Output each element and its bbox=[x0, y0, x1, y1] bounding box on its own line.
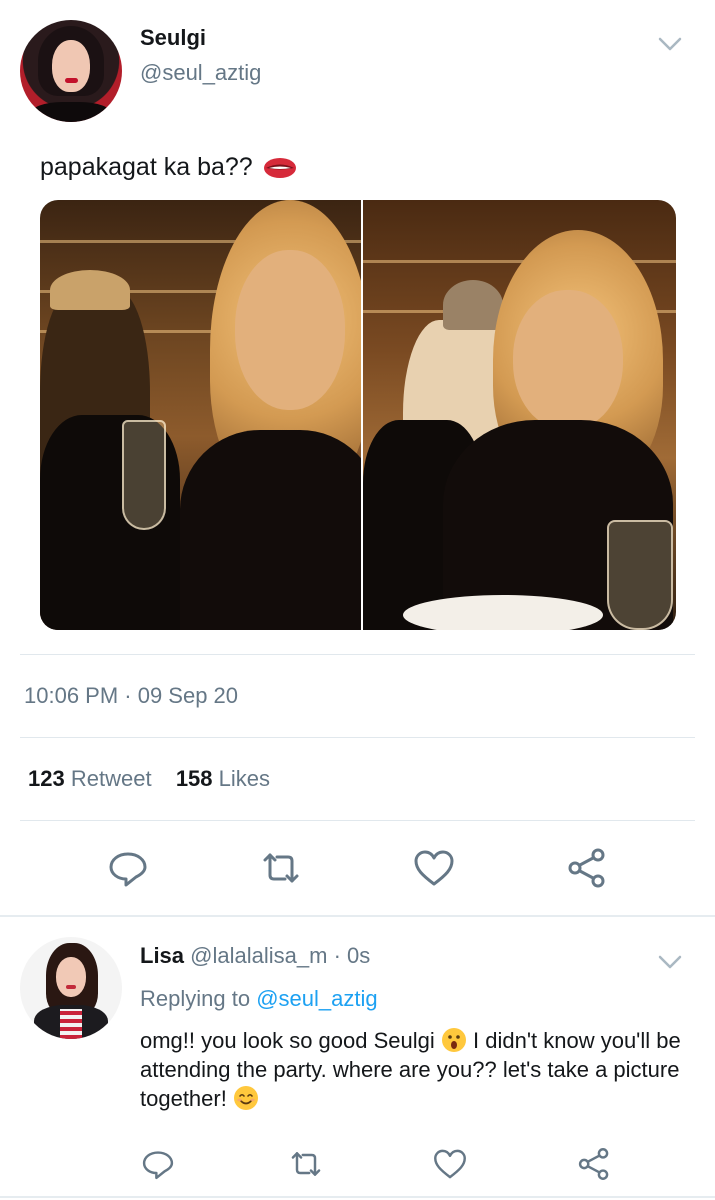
section-divider bbox=[0, 915, 715, 917]
replying-to: Replying to @seul_aztig bbox=[140, 986, 378, 1012]
reply-icon[interactable] bbox=[136, 1142, 180, 1186]
hushed-face-emoji-icon bbox=[441, 1027, 467, 1053]
photo-right[interactable] bbox=[363, 200, 676, 630]
like-count[interactable]: 158 bbox=[176, 766, 213, 791]
retweet-count[interactable]: 123 bbox=[28, 766, 65, 791]
reply-author-name[interactable]: Lisa bbox=[140, 943, 184, 968]
author-name[interactable]: Seulgi bbox=[140, 25, 206, 51]
tweet-stats: 123 Retweet 158 Likes bbox=[28, 766, 270, 792]
divider bbox=[20, 737, 695, 738]
like-icon[interactable] bbox=[428, 1142, 472, 1186]
share-icon[interactable] bbox=[572, 1142, 616, 1186]
reply-text-part1: omg!! you look so good Seulgi bbox=[140, 1028, 435, 1053]
like-icon[interactable] bbox=[412, 846, 456, 890]
smiling-face-emoji-icon bbox=[233, 1085, 259, 1111]
replying-prefix: Replying to bbox=[140, 986, 251, 1011]
retweet-icon[interactable] bbox=[284, 1142, 328, 1186]
reply-text: omg!! you look so good Seulgi I didn't k… bbox=[140, 1026, 700, 1113]
section-divider bbox=[0, 1196, 715, 1198]
author-handle[interactable]: @seul_aztig bbox=[140, 60, 261, 86]
divider bbox=[20, 654, 695, 655]
author-avatar[interactable] bbox=[20, 20, 122, 122]
tweet-text-content: papakagat ka ba?? bbox=[40, 153, 253, 181]
reply-author-avatar[interactable] bbox=[20, 937, 122, 1039]
retweet-label[interactable]: Retweet bbox=[71, 766, 152, 791]
tweet-text: papakagat ka ba?? bbox=[40, 153, 297, 182]
reply-author-handle[interactable]: @lalalalisa_m bbox=[190, 943, 327, 968]
tweet-timestamp[interactable]: 10:06 PM · 09 Sep 20 bbox=[24, 683, 238, 709]
share-icon[interactable] bbox=[565, 846, 609, 890]
reply-header: Lisa @lalalalisa_m · 0s bbox=[140, 943, 370, 969]
retweet-icon[interactable] bbox=[259, 846, 303, 890]
tweet-media[interactable] bbox=[40, 200, 676, 630]
replying-to-handle[interactable]: @seul_aztig bbox=[256, 986, 377, 1011]
divider bbox=[20, 820, 695, 821]
photo-left[interactable] bbox=[40, 200, 361, 630]
reply-icon[interactable] bbox=[106, 846, 150, 890]
chevron-down-icon[interactable] bbox=[656, 948, 684, 976]
lips-emoji-icon bbox=[263, 157, 297, 179]
reply-time: · 0s bbox=[333, 943, 371, 968]
like-label[interactable]: Likes bbox=[219, 766, 270, 791]
chevron-down-icon[interactable] bbox=[656, 30, 684, 58]
